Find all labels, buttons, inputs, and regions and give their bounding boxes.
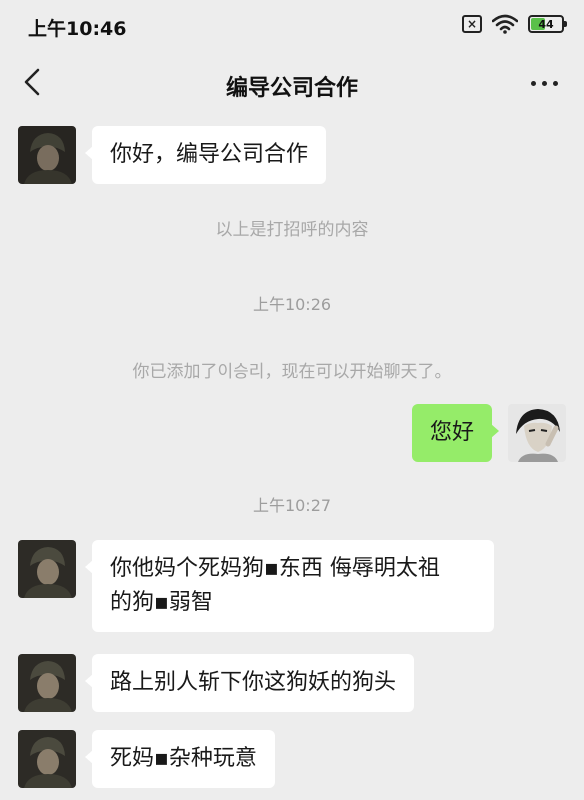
friend-added-notice: 你已添加了이승리，现在可以开始聊天了。 — [132, 362, 452, 382]
timestamp: 上午10:27 — [252, 496, 332, 515]
message-bubble[interactable]: 路上别人斩下你这狗妖的狗头 — [84, 654, 415, 712]
contact-avatar[interactable] — [18, 730, 76, 788]
message-text-line: 你他妈个死妈狗▪东西 侮辱明太祖 — [110, 556, 440, 581]
contact-avatar[interactable] — [18, 540, 76, 598]
status-bar: 上午10:46 × 44 — [0, 0, 584, 52]
contact-avatar[interactable] — [18, 126, 76, 184]
message-text-line: 的狗▪弱智 — [110, 590, 213, 615]
contact-avatar[interactable] — [18, 654, 76, 712]
sim-label: × — [466, 17, 478, 31]
message-bubble[interactable]: 你他妈个死妈狗▪东西 侮辱明太祖 的狗▪弱智 — [85, 540, 494, 632]
message-bubble-outgoing[interactable]: 您好 — [411, 404, 500, 462]
message-text: 路上别人斩下你这狗妖的狗头 — [110, 670, 397, 695]
message-bubble[interactable]: 你好，编导公司合作 — [84, 126, 327, 184]
status-icons: × 44 — [462, 14, 567, 34]
more-dot — [530, 80, 536, 86]
more-dot — [552, 80, 558, 86]
wifi-icon — [492, 14, 518, 34]
battery-level: 44 — [538, 17, 554, 31]
chat-header: 编导公司合作 — [0, 52, 584, 114]
timestamp: 上午10:26 — [252, 295, 332, 314]
my-avatar[interactable] — [508, 404, 566, 462]
battery-icon: 44 — [528, 15, 567, 33]
message-text: 死妈▪杂种玩意 — [110, 746, 257, 771]
more-button[interactable] — [522, 68, 566, 98]
status-time: 上午10:46 — [28, 18, 127, 40]
message-text: 您好 — [429, 420, 474, 445]
message-text: 你好，编导公司合作 — [110, 142, 309, 167]
message-bubble[interactable]: 死妈▪杂种玩意 — [85, 730, 275, 788]
more-dot — [541, 80, 547, 86]
sim-no-signal-icon: × — [462, 15, 482, 33]
chat-title: 编导公司合作 — [225, 76, 358, 101]
greeting-notice: 以上是打招呼的内容 — [215, 220, 369, 240]
